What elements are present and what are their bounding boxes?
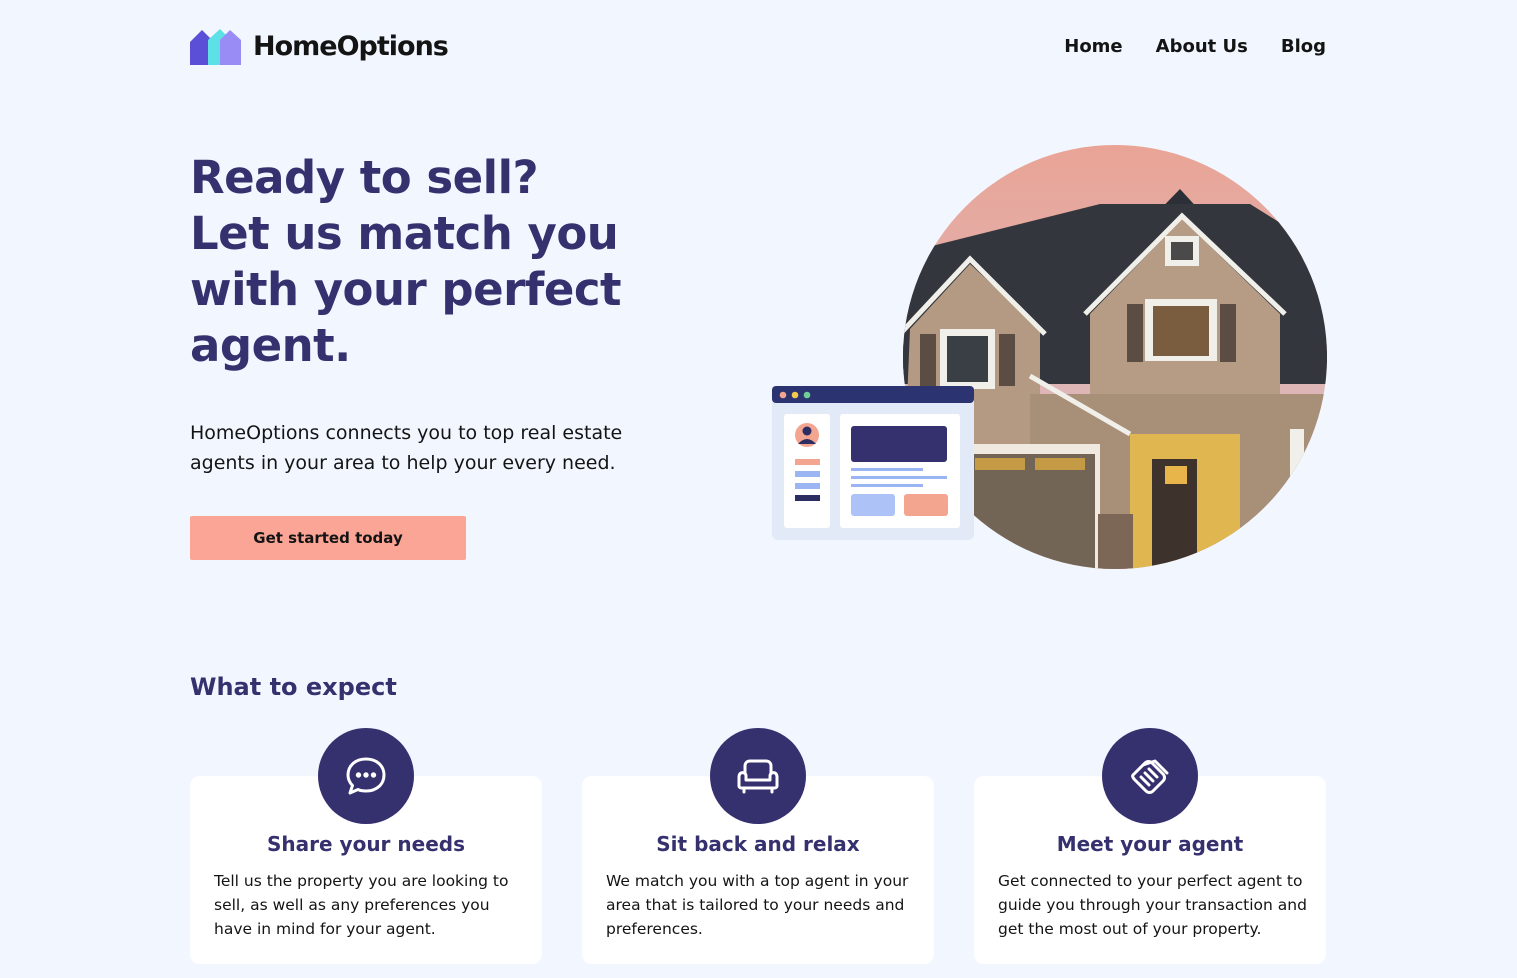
section-title: What to expect: [190, 673, 397, 701]
feature-card-text: Tell us the property you are looking to …: [214, 872, 509, 938]
nav-home-link[interactable]: Home: [1064, 36, 1122, 57]
feature-card-title: Meet your agent: [1056, 832, 1244, 856]
feature-card-title: Share your needs: [267, 832, 465, 856]
nav-blog-link[interactable]: Blog: [1281, 36, 1326, 57]
hero-house-illustration: [770, 145, 1327, 574]
logo-house-icon: [190, 28, 241, 65]
chat-bubble-icon: [318, 728, 414, 824]
hero-title-line: Ready to sell?: [190, 151, 539, 204]
hero-title-line: Let us match you: [190, 207, 619, 260]
feature-card-text: Get connected to your perfect agent to g…: [998, 872, 1307, 938]
hero-subtitle: HomeOptions connects you to top real est…: [190, 422, 623, 474]
feature-cards: Share your needs Tell us the property yo…: [190, 728, 1326, 968]
feature-card: Share your needs Tell us the property yo…: [190, 728, 542, 968]
logo-text: HomeOptions: [253, 30, 449, 62]
profile-window-illustration: [772, 386, 974, 540]
nav-about-link[interactable]: About Us: [1156, 36, 1248, 57]
feature-card-text: We match you with a top agent in your ar…: [606, 872, 909, 938]
couch-icon: [710, 728, 806, 824]
hero-title-line: agent.: [190, 319, 351, 372]
get-started-button[interactable]: Get started today: [190, 516, 466, 560]
feature-card: Sit back and relax We match you with a t…: [582, 728, 934, 968]
top-nav: HomeOptions Home About Us Blog: [190, 26, 1326, 66]
hero-title: Ready to sell? Let us match you with you…: [190, 150, 710, 374]
hero-title-line: with your perfect: [190, 263, 622, 316]
feature-card: Meet your agent Get connected to your pe…: [974, 728, 1326, 968]
handshake-icon: [1102, 728, 1198, 824]
logo[interactable]: HomeOptions: [190, 28, 449, 65]
feature-card-title: Sit back and relax: [656, 832, 860, 856]
main-menu: Home About Us Blog: [1064, 36, 1326, 57]
